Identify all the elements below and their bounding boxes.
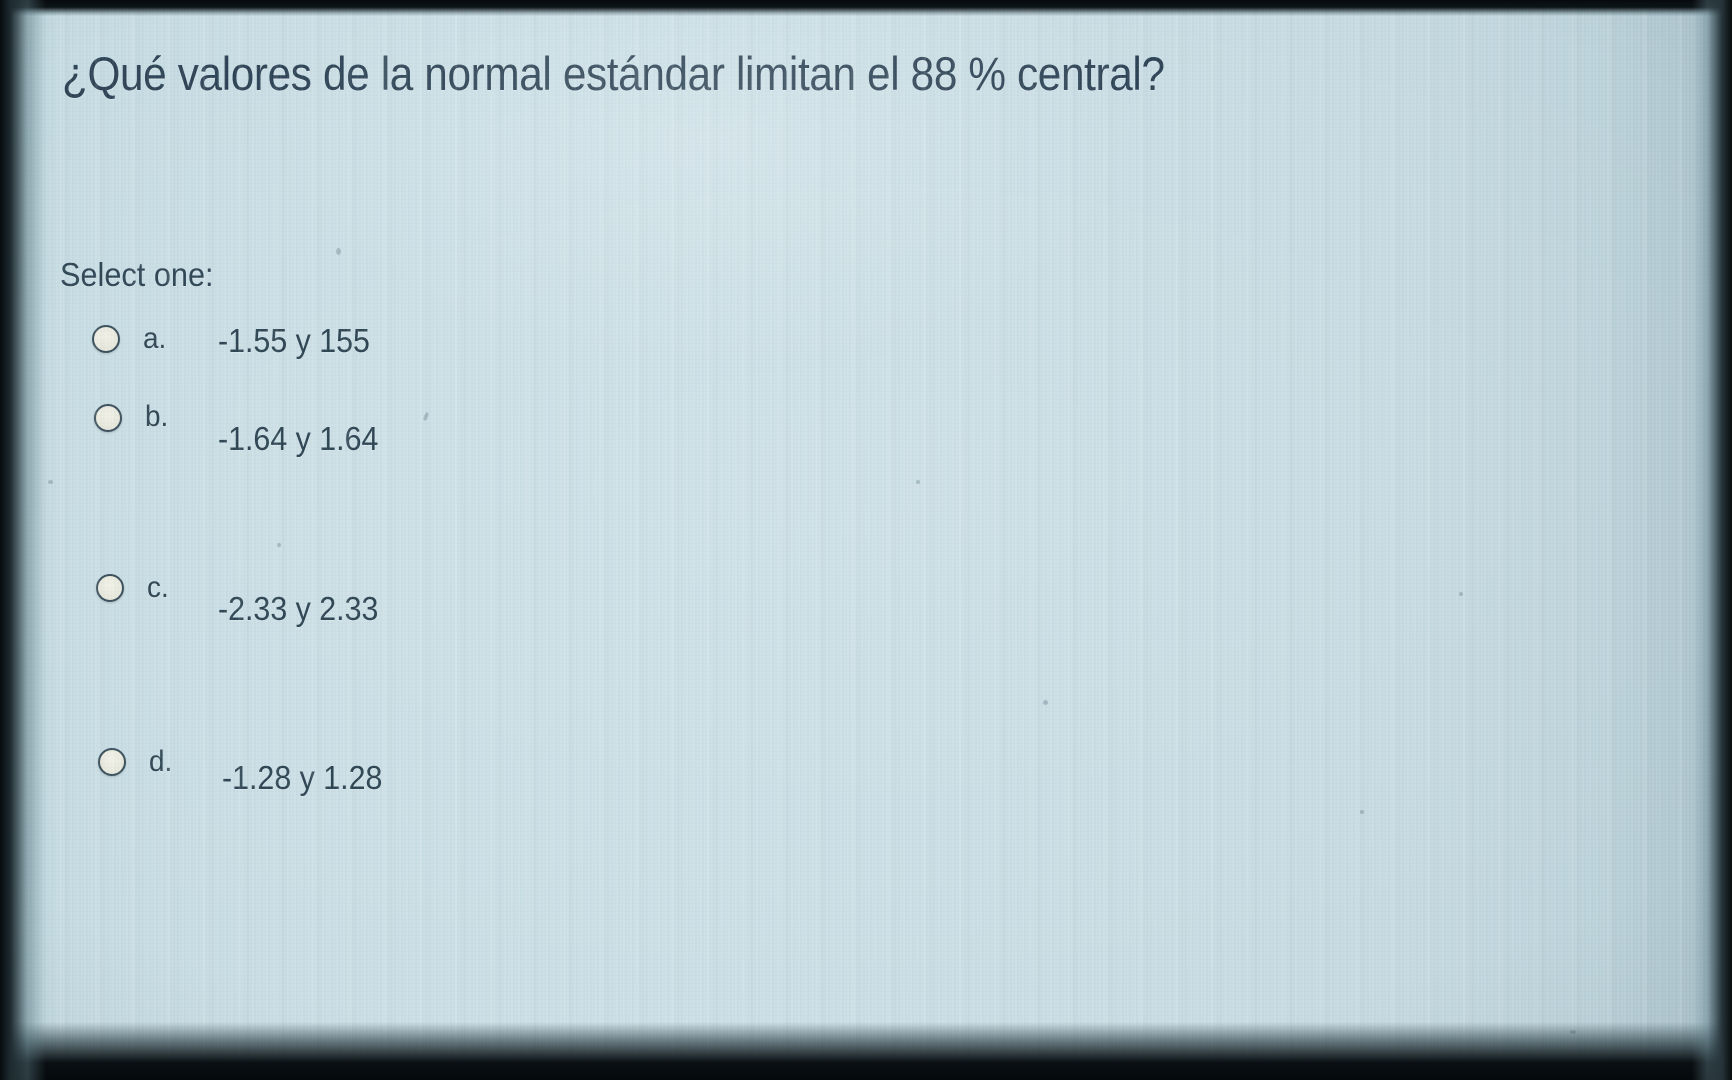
option-text-d[interactable]: -1.28 y 1.28 xyxy=(222,759,382,797)
option-letter-a: a. xyxy=(143,322,167,355)
screen-photo: ¿Qué valores de la normal estándar limit… xyxy=(0,0,1732,1080)
option-letter-b: b. xyxy=(145,400,169,433)
photo-edge-right xyxy=(1692,0,1732,1080)
page-title: ¿Qué valores de la normal estándar limit… xyxy=(62,47,1165,100)
option-text-a[interactable]: -1.55 y 155 xyxy=(218,322,370,360)
photo-edge-top xyxy=(0,0,1732,16)
photo-edge-bottom xyxy=(0,1022,1732,1080)
radio-button-a[interactable] xyxy=(92,325,120,353)
option-text-b[interactable]: -1.64 y 1.64 xyxy=(218,420,378,458)
radio-button-b[interactable] xyxy=(94,404,122,432)
photo-edge-left xyxy=(0,0,46,1080)
quiz-question-panel: ¿Qué valores de la normal estándar limit… xyxy=(0,0,1732,1080)
option-letter-d: d. xyxy=(149,745,173,778)
radio-button-d[interactable] xyxy=(98,748,126,776)
select-one-label: Select one: xyxy=(60,256,214,293)
radio-button-c[interactable] xyxy=(96,574,124,602)
option-text-c[interactable]: -2.33 y 2.33 xyxy=(218,590,378,628)
option-letter-c: c. xyxy=(147,571,169,604)
